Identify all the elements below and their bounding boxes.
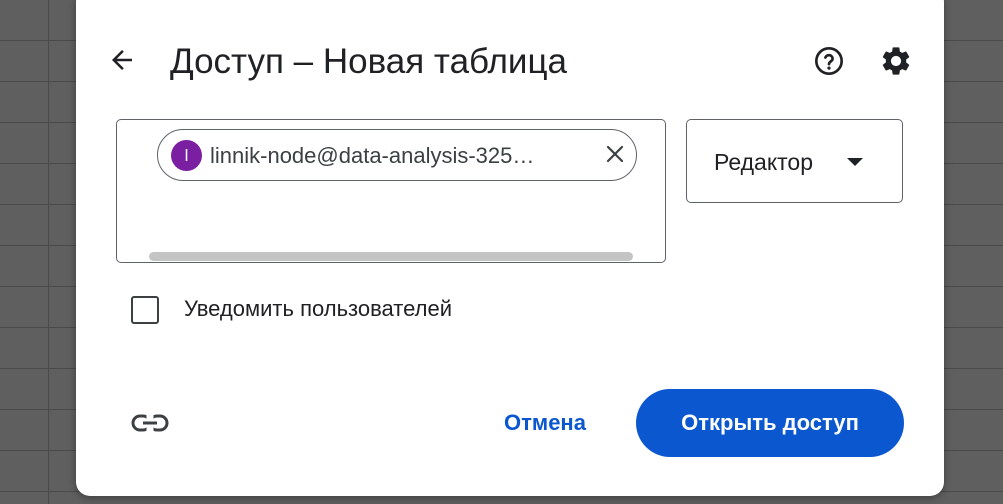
remove-recipient-button[interactable]	[600, 139, 630, 169]
gear-icon	[882, 47, 910, 75]
settings-button[interactable]	[877, 42, 915, 80]
caret-down-icon	[847, 158, 863, 166]
share-button[interactable]: Открыть доступ	[636, 389, 904, 457]
recipient-email: linnik-node@data-analysis-3251…	[210, 143, 540, 168]
dialog-title: Доступ – Новая таблица	[170, 42, 567, 81]
role-selected-value: Редактор	[714, 149, 814, 175]
recipient-chip[interactable]: l linnik-node@data-analysis-3251…	[157, 129, 637, 181]
avatar: l	[171, 140, 202, 171]
notify-label: Уведомить пользователей	[184, 296, 452, 321]
recipients-input[interactable]: l linnik-node@data-analysis-3251…	[116, 119, 666, 263]
notify-checkbox[interactable]	[131, 296, 159, 324]
cancel-button[interactable]: Отмена	[485, 400, 605, 446]
arrow-back-icon	[112, 50, 132, 70]
copy-link-button[interactable]	[128, 406, 172, 440]
help-icon	[815, 47, 843, 75]
link-icon	[131, 414, 169, 432]
close-icon	[606, 145, 624, 163]
horizontal-scrollbar[interactable]	[149, 252, 633, 261]
back-button[interactable]	[102, 40, 142, 80]
role-dropdown[interactable]: Редактор	[686, 119, 903, 203]
help-button[interactable]	[810, 42, 848, 80]
